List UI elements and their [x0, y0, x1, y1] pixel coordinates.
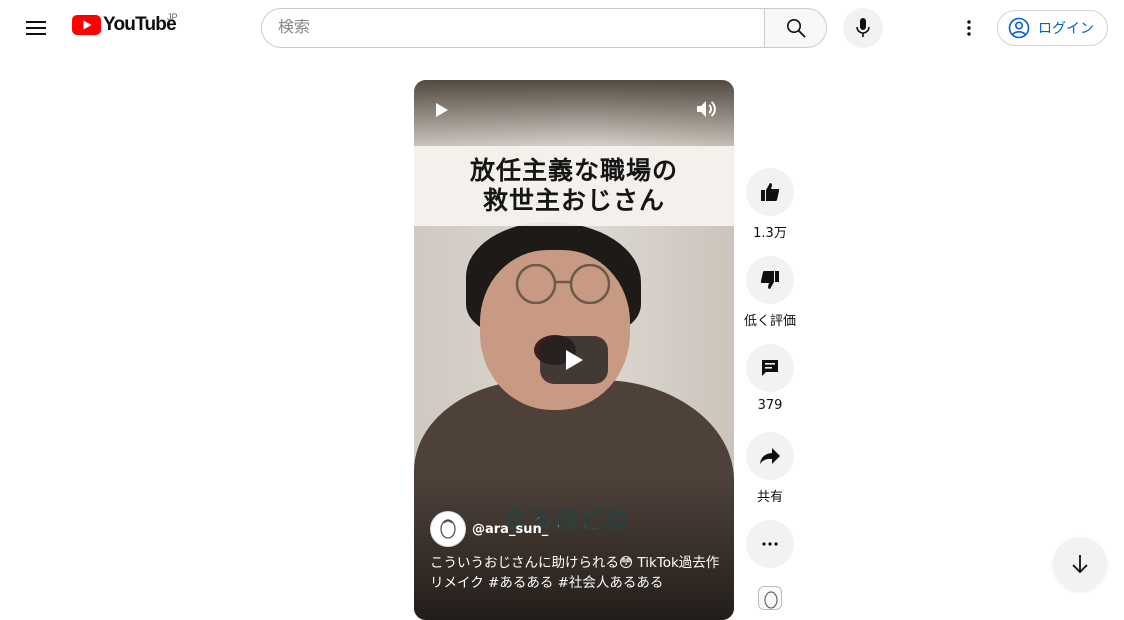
- comment-count: 379: [757, 398, 783, 413]
- masthead: YouTube JP ログイン: [0, 0, 1124, 56]
- thumb-down-icon: [760, 271, 779, 289]
- sound-thumbnail[interactable]: [758, 586, 782, 610]
- voice-search-button[interactable]: [843, 8, 883, 48]
- play-pause-button[interactable]: [430, 98, 454, 122]
- short-title: こういうおじさんに助けられる😳 TikTok過去作リメイク #あるある #社会人…: [430, 555, 720, 591]
- share-button[interactable]: [746, 432, 794, 480]
- login-button[interactable]: ログイン: [997, 10, 1108, 46]
- short-player[interactable]: 放任主義な職場の 救世主おじさん なるほどね @ara_sun_ こういうおじさ…: [414, 80, 734, 620]
- dislike-label: 低く評価: [744, 314, 797, 329]
- thumb-up-icon: [761, 183, 780, 201]
- video-caption-band: 放任主義な職場の 救世主おじさん: [414, 146, 734, 226]
- like-button[interactable]: [746, 168, 794, 216]
- video-caption-line-1: 放任主義な職場の: [469, 156, 678, 185]
- share-action: 共有: [746, 432, 794, 505]
- like-action: 1.3万: [746, 168, 794, 241]
- search-icon: [786, 19, 805, 38]
- comment-button[interactable]: [746, 344, 794, 392]
- youtube-logo-icon: [72, 15, 101, 35]
- guide-menu-button[interactable]: [16, 8, 56, 48]
- comment-icon: [762, 360, 778, 376]
- share-label: 共有: [756, 490, 783, 505]
- menu-icon: [26, 21, 46, 35]
- search-box[interactable]: [261, 8, 764, 48]
- search-input[interactable]: [278, 19, 764, 37]
- large-play-button[interactable]: [540, 336, 608, 384]
- video-person-glasses: [515, 264, 611, 304]
- arrow-down-icon: [1072, 555, 1088, 574]
- search-button[interactable]: [764, 8, 827, 48]
- youtube-logo[interactable]: YouTube: [72, 14, 177, 36]
- dislike-action: 低く評価: [744, 256, 797, 329]
- more-action: [746, 520, 794, 568]
- next-short-button[interactable]: [1053, 537, 1107, 591]
- sound-thumbnail-icon: [764, 591, 778, 609]
- logo-region-code: JP: [167, 12, 178, 22]
- logo-wordmark: YouTube: [103, 14, 177, 35]
- volume-icon: [697, 101, 716, 117]
- dislike-button[interactable]: [746, 256, 794, 304]
- mic-icon: [856, 18, 870, 37]
- settings-more-button[interactable]: [949, 8, 989, 48]
- more-actions-button[interactable]: [746, 520, 794, 568]
- comment-action: 379: [746, 344, 794, 413]
- more-vert-icon: [967, 20, 971, 36]
- account-circle-icon: [1008, 17, 1030, 39]
- more-horiz-icon: [762, 542, 778, 546]
- channel-avatar-icon: [440, 519, 456, 539]
- channel-info[interactable]: @ara_sun_: [430, 511, 548, 547]
- play-icon: [436, 103, 448, 117]
- channel-handle[interactable]: @ara_sun_: [472, 522, 548, 537]
- channel-avatar[interactable]: [430, 511, 466, 547]
- video-caption-line-2: 救世主おじさん: [482, 186, 665, 215]
- top-gradient: [414, 80, 734, 150]
- login-label: ログイン: [1038, 20, 1094, 36]
- like-count: 1.3万: [753, 226, 787, 241]
- play-icon: [566, 350, 583, 370]
- share-icon: [760, 448, 780, 464]
- volume-button[interactable]: [694, 96, 720, 122]
